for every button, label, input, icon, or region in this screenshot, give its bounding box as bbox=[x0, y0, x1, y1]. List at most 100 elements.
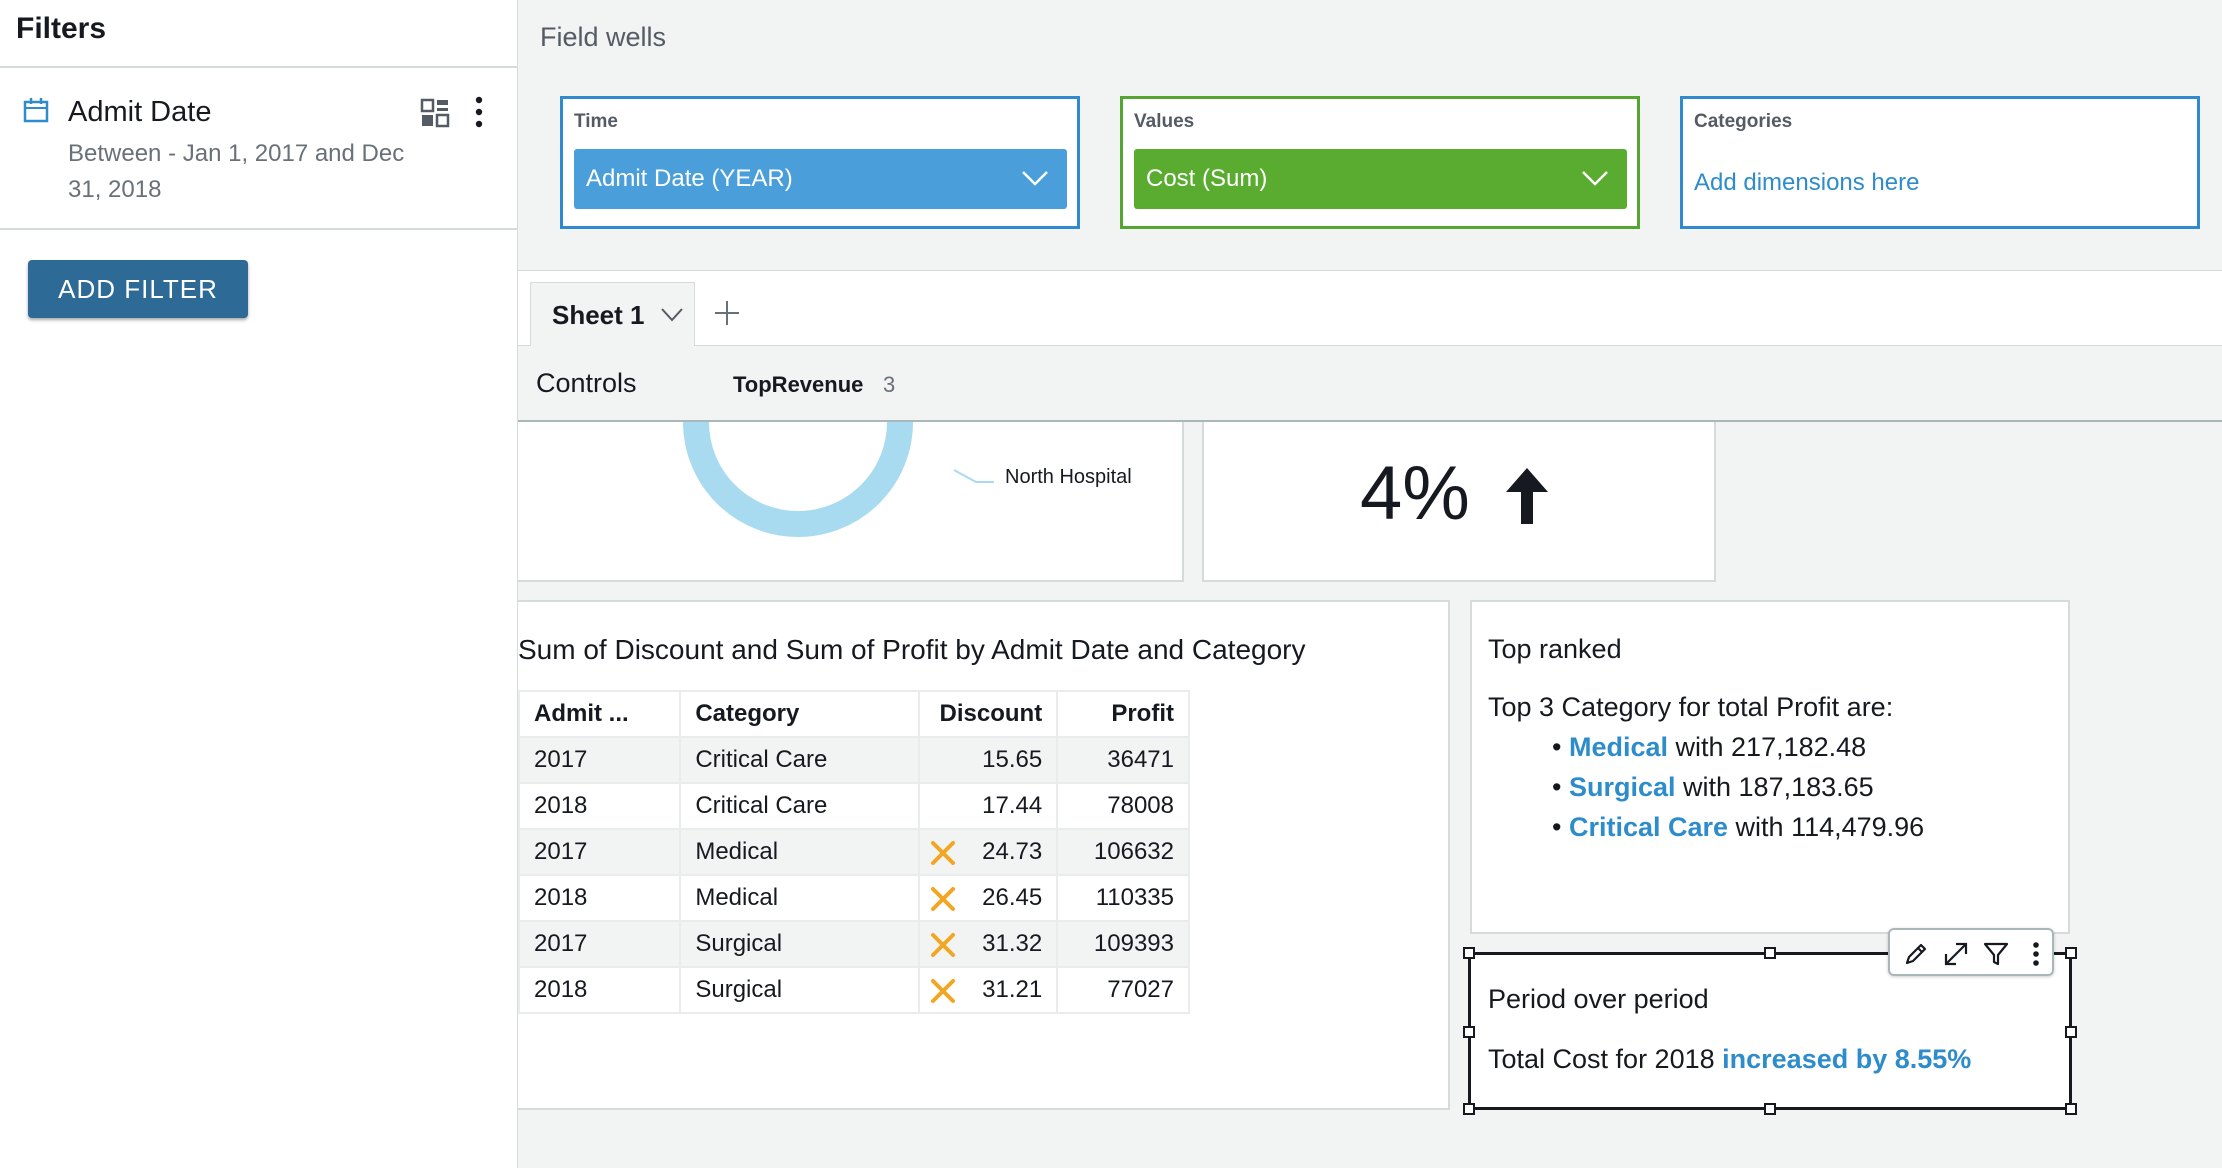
column-header-discount[interactable]: Discount bbox=[918, 690, 1059, 738]
filter-icon[interactable] bbox=[1982, 940, 2010, 968]
cell-text: Surgical bbox=[695, 930, 783, 957]
insight-intro: Top 3 Category for total Profit are: bbox=[1488, 692, 1894, 722]
sheet-tab-label[interactable]: Sheet 1 bbox=[552, 300, 645, 331]
parameter-control-label[interactable]: TopRevenue bbox=[733, 372, 863, 398]
pencil-icon[interactable] bbox=[1902, 940, 1930, 968]
filter-description: Between - Jan 1, 2017 and Dec 31, 2018 bbox=[68, 140, 405, 203]
cell-text: 2018 bbox=[534, 884, 588, 911]
more-vertical-icon[interactable] bbox=[2022, 940, 2050, 968]
resize-handle[interactable] bbox=[1463, 947, 1475, 959]
chevron-down-icon[interactable] bbox=[1581, 169, 1609, 187]
ranked-item-value: with 114,479.96 bbox=[1728, 812, 1925, 842]
grid-icon[interactable] bbox=[420, 98, 450, 128]
cell-profit: 77027 bbox=[1056, 966, 1190, 1014]
visual-toolbar bbox=[1888, 928, 2054, 976]
donut-chart-visual[interactable] bbox=[518, 422, 1184, 582]
add-filter-button[interactable]: ADD FILTER bbox=[28, 260, 248, 318]
resize-handle[interactable] bbox=[1764, 1103, 1776, 1115]
field-well-categories[interactable]: Categories Add dimensions here bbox=[1680, 96, 2200, 229]
x-icon bbox=[931, 841, 956, 865]
data-table: Admit ... Category Discount Profit 2017 C… bbox=[517, 690, 1190, 1014]
well-label-time: Time bbox=[574, 111, 619, 132]
cell-text: 109393 bbox=[1093, 930, 1174, 957]
x-icon bbox=[931, 933, 956, 957]
cell-text: 26.45 bbox=[982, 884, 1043, 911]
well-label-categories: Categories bbox=[1694, 111, 1793, 132]
column-header-profit[interactable]: Profit bbox=[1056, 690, 1190, 738]
resize-handle[interactable] bbox=[2065, 1103, 2077, 1115]
resize-handle[interactable] bbox=[1463, 1103, 1475, 1115]
cell-text: 110335 bbox=[1095, 884, 1174, 911]
resize-handle[interactable] bbox=[1463, 1026, 1475, 1038]
more-vertical-icon[interactable] bbox=[474, 96, 484, 128]
cell-text: 2017 bbox=[534, 746, 588, 773]
controls-toggle[interactable]: Controls bbox=[536, 368, 637, 399]
resize-handle[interactable] bbox=[2065, 947, 2077, 959]
resize-handle[interactable] bbox=[1764, 947, 1776, 959]
ranked-item-value: with 217,182.48 bbox=[1668, 732, 1867, 762]
cell-text: 36471 bbox=[1107, 746, 1174, 773]
cell-text: 31.32 bbox=[982, 930, 1043, 957]
cell-text: 2018 bbox=[534, 792, 588, 819]
insight-title: Period over period bbox=[1488, 984, 1709, 1014]
cell-text: Surgical bbox=[695, 976, 783, 1003]
time-field-label: Admit Date (YEAR) bbox=[586, 165, 793, 192]
field-well-values[interactable]: Values Cost (Sum) bbox=[1120, 96, 1640, 229]
ranked-item-value: with 187,183.65 bbox=[1675, 772, 1874, 802]
table-row[interactable]: 2017 Medical 24.73 106632 bbox=[517, 828, 1190, 876]
cell-text: 106632 bbox=[1093, 838, 1174, 865]
cell-text: 17.44 bbox=[982, 792, 1043, 819]
table-row[interactable]: 2017 Critical Care 15.65 36471 bbox=[517, 736, 1190, 784]
ranked-item-name: Critical Care bbox=[1568, 812, 1729, 842]
cell-category: Medical bbox=[679, 828, 921, 876]
column-header-admit-date[interactable]: Admit ... bbox=[517, 690, 682, 738]
ranked-item: • Critical Care with 114,479.96 bbox=[1552, 812, 1925, 842]
chevron-down-icon[interactable] bbox=[660, 302, 684, 326]
table-row[interactable]: 2018 Medical 26.45 110335 bbox=[517, 874, 1190, 922]
table-visual-title: Sum of Discount and Sum of Profit by Adm… bbox=[518, 634, 1306, 665]
cell-admit-date: 2017 bbox=[517, 828, 682, 876]
filter-item-admit-date[interactable]: Admit Date bbox=[68, 96, 211, 129]
time-field-pill[interactable]: Admit Date (YEAR) bbox=[574, 149, 1067, 209]
sheet-tab-bar bbox=[518, 270, 2222, 346]
calendar-icon bbox=[23, 98, 49, 123]
cell-category: Surgical bbox=[679, 966, 921, 1014]
ranked-item-name: Surgical bbox=[1568, 772, 1676, 802]
cell-text: 78008 bbox=[1107, 792, 1174, 819]
cell-admit-date: 2017 bbox=[517, 736, 682, 784]
cell-text: Critical Care bbox=[695, 746, 828, 773]
cell-profit: 109393 bbox=[1056, 920, 1190, 968]
cell-category: Medical bbox=[679, 874, 921, 922]
cell-text: 2017 bbox=[534, 930, 588, 957]
cell-discount: 31.21 bbox=[918, 966, 1059, 1014]
x-icon bbox=[931, 887, 956, 911]
resize-handle[interactable] bbox=[2065, 1026, 2077, 1038]
table-row[interactable]: 2018 Surgical 31.21 77027 bbox=[517, 966, 1190, 1014]
divider bbox=[0, 228, 518, 230]
insight-text: Total Cost for 2018 increased by 8.55% bbox=[1488, 1044, 1971, 1075]
add-dimensions-link[interactable]: Add dimensions here bbox=[1694, 169, 1919, 197]
leader-line bbox=[953, 469, 994, 483]
cell-discount: 15.65 bbox=[918, 736, 1059, 784]
chevron-down-icon[interactable] bbox=[1021, 169, 1049, 187]
ranked-item: • Surgical with 187,183.65 bbox=[1552, 772, 1874, 802]
column-header-category[interactable]: Category bbox=[679, 690, 921, 738]
cell-admit-date: 2017 bbox=[517, 920, 682, 968]
expand-icon[interactable] bbox=[1942, 940, 1970, 968]
plus-icon[interactable] bbox=[712, 298, 742, 328]
donut-chart bbox=[683, 422, 994, 537]
values-field-pill[interactable]: Cost (Sum) bbox=[1134, 149, 1627, 209]
filters-title: Filters bbox=[16, 12, 107, 45]
parameter-control-value[interactable]: 3 bbox=[883, 372, 895, 398]
table-row[interactable]: 2017 Surgical 31.32 109393 bbox=[517, 920, 1190, 968]
divider bbox=[0, 66, 518, 68]
cell-admit-date: 2018 bbox=[517, 782, 682, 830]
field-well-time[interactable]: Time Admit Date (YEAR) bbox=[560, 96, 1080, 229]
table-row[interactable]: 2018 Critical Care 17.44 78008 bbox=[517, 782, 1190, 830]
donut-slice[interactable] bbox=[683, 422, 913, 537]
cell-text: 24.73 bbox=[982, 838, 1043, 865]
arrow-up-icon bbox=[1506, 468, 1548, 524]
cell-profit: 106632 bbox=[1056, 828, 1190, 876]
values-field-label: Cost (Sum) bbox=[1146, 165, 1268, 192]
cell-category: Surgical bbox=[679, 920, 921, 968]
